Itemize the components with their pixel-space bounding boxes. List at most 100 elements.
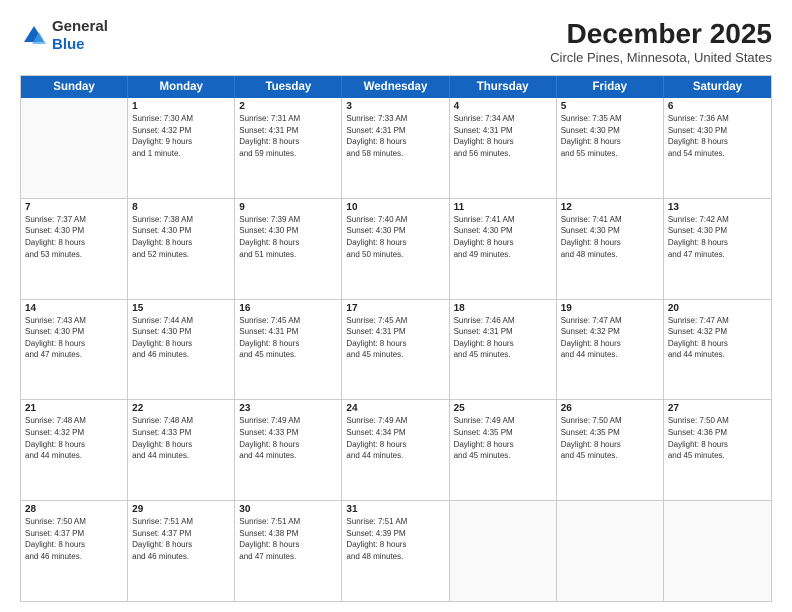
calendar-cell: 5Sunrise: 7:35 AMSunset: 4:30 PMDaylight…	[557, 98, 664, 198]
day-info: Sunrise: 7:39 AMSunset: 4:30 PMDaylight:…	[239, 214, 337, 260]
calendar-cell: 1Sunrise: 7:30 AMSunset: 4:32 PMDaylight…	[128, 98, 235, 198]
day-number: 21	[25, 403, 123, 414]
day-info: Sunrise: 7:43 AMSunset: 4:30 PMDaylight:…	[25, 315, 123, 361]
day-number: 2	[239, 101, 337, 112]
calendar-cell: 7Sunrise: 7:37 AMSunset: 4:30 PMDaylight…	[21, 199, 128, 299]
day-number: 27	[668, 403, 767, 414]
header-day-thursday: Thursday	[450, 76, 557, 98]
day-info: Sunrise: 7:49 AMSunset: 4:35 PMDaylight:…	[454, 415, 552, 461]
day-number: 15	[132, 303, 230, 314]
day-number: 10	[346, 202, 444, 213]
day-number: 29	[132, 504, 230, 515]
day-info: Sunrise: 7:42 AMSunset: 4:30 PMDaylight:…	[668, 214, 767, 260]
day-number: 16	[239, 303, 337, 314]
day-number: 24	[346, 403, 444, 414]
subtitle: Circle Pines, Minnesota, United States	[550, 50, 772, 65]
calendar-row-1: 1Sunrise: 7:30 AMSunset: 4:32 PMDaylight…	[21, 98, 771, 199]
calendar-cell: 28Sunrise: 7:50 AMSunset: 4:37 PMDayligh…	[21, 501, 128, 601]
calendar-cell: 17Sunrise: 7:45 AMSunset: 4:31 PMDayligh…	[342, 300, 449, 400]
calendar-cell: 2Sunrise: 7:31 AMSunset: 4:31 PMDaylight…	[235, 98, 342, 198]
header: General Blue December 2025 Circle Pines,…	[20, 18, 772, 65]
day-number: 26	[561, 403, 659, 414]
header-day-monday: Monday	[128, 76, 235, 98]
calendar-cell: 19Sunrise: 7:47 AMSunset: 4:32 PMDayligh…	[557, 300, 664, 400]
calendar-cell: 14Sunrise: 7:43 AMSunset: 4:30 PMDayligh…	[21, 300, 128, 400]
day-number: 9	[239, 202, 337, 213]
calendar-cell: 6Sunrise: 7:36 AMSunset: 4:30 PMDaylight…	[664, 98, 771, 198]
day-info: Sunrise: 7:51 AMSunset: 4:37 PMDaylight:…	[132, 516, 230, 562]
calendar-body: 1Sunrise: 7:30 AMSunset: 4:32 PMDaylight…	[21, 98, 771, 601]
day-info: Sunrise: 7:50 AMSunset: 4:36 PMDaylight:…	[668, 415, 767, 461]
day-info: Sunrise: 7:50 AMSunset: 4:35 PMDaylight:…	[561, 415, 659, 461]
calendar-cell: 29Sunrise: 7:51 AMSunset: 4:37 PMDayligh…	[128, 501, 235, 601]
calendar-cell: 13Sunrise: 7:42 AMSunset: 4:30 PMDayligh…	[664, 199, 771, 299]
day-number: 28	[25, 504, 123, 515]
day-number: 6	[668, 101, 767, 112]
logo: General Blue	[20, 18, 108, 54]
day-number: 11	[454, 202, 552, 213]
calendar-cell: 10Sunrise: 7:40 AMSunset: 4:30 PMDayligh…	[342, 199, 449, 299]
calendar-cell: 9Sunrise: 7:39 AMSunset: 4:30 PMDaylight…	[235, 199, 342, 299]
day-info: Sunrise: 7:46 AMSunset: 4:31 PMDaylight:…	[454, 315, 552, 361]
header-day-friday: Friday	[557, 76, 664, 98]
calendar-row-3: 14Sunrise: 7:43 AMSunset: 4:30 PMDayligh…	[21, 300, 771, 401]
calendar-cell: 18Sunrise: 7:46 AMSunset: 4:31 PMDayligh…	[450, 300, 557, 400]
calendar-cell: 16Sunrise: 7:45 AMSunset: 4:31 PMDayligh…	[235, 300, 342, 400]
header-day-tuesday: Tuesday	[235, 76, 342, 98]
day-number: 3	[346, 101, 444, 112]
calendar-cell	[450, 501, 557, 601]
day-info: Sunrise: 7:36 AMSunset: 4:30 PMDaylight:…	[668, 113, 767, 159]
calendar-cell: 12Sunrise: 7:41 AMSunset: 4:30 PMDayligh…	[557, 199, 664, 299]
main-title: December 2025	[550, 18, 772, 50]
calendar-cell: 15Sunrise: 7:44 AMSunset: 4:30 PMDayligh…	[128, 300, 235, 400]
day-number: 18	[454, 303, 552, 314]
day-number: 17	[346, 303, 444, 314]
calendar-cell: 8Sunrise: 7:38 AMSunset: 4:30 PMDaylight…	[128, 199, 235, 299]
logo-blue: Blue	[52, 36, 85, 53]
day-info: Sunrise: 7:45 AMSunset: 4:31 PMDaylight:…	[346, 315, 444, 361]
day-number: 13	[668, 202, 767, 213]
day-number: 7	[25, 202, 123, 213]
day-info: Sunrise: 7:45 AMSunset: 4:31 PMDaylight:…	[239, 315, 337, 361]
day-info: Sunrise: 7:37 AMSunset: 4:30 PMDaylight:…	[25, 214, 123, 260]
day-info: Sunrise: 7:49 AMSunset: 4:33 PMDaylight:…	[239, 415, 337, 461]
day-info: Sunrise: 7:47 AMSunset: 4:32 PMDaylight:…	[561, 315, 659, 361]
calendar-row-5: 28Sunrise: 7:50 AMSunset: 4:37 PMDayligh…	[21, 501, 771, 601]
day-info: Sunrise: 7:48 AMSunset: 4:32 PMDaylight:…	[25, 415, 123, 461]
day-number: 8	[132, 202, 230, 213]
logo-general: General	[52, 18, 108, 35]
calendar-cell: 25Sunrise: 7:49 AMSunset: 4:35 PMDayligh…	[450, 400, 557, 500]
day-info: Sunrise: 7:33 AMSunset: 4:31 PMDaylight:…	[346, 113, 444, 159]
calendar-cell	[664, 501, 771, 601]
calendar-cell: 30Sunrise: 7:51 AMSunset: 4:38 PMDayligh…	[235, 501, 342, 601]
calendar-cell	[21, 98, 128, 198]
calendar-cell: 27Sunrise: 7:50 AMSunset: 4:36 PMDayligh…	[664, 400, 771, 500]
calendar-cell: 11Sunrise: 7:41 AMSunset: 4:30 PMDayligh…	[450, 199, 557, 299]
day-info: Sunrise: 7:51 AMSunset: 4:38 PMDaylight:…	[239, 516, 337, 562]
logo-icon	[20, 22, 48, 50]
day-info: Sunrise: 7:40 AMSunset: 4:30 PMDaylight:…	[346, 214, 444, 260]
calendar-cell: 3Sunrise: 7:33 AMSunset: 4:31 PMDaylight…	[342, 98, 449, 198]
calendar-cell: 31Sunrise: 7:51 AMSunset: 4:39 PMDayligh…	[342, 501, 449, 601]
day-info: Sunrise: 7:35 AMSunset: 4:30 PMDaylight:…	[561, 113, 659, 159]
calendar-cell: 20Sunrise: 7:47 AMSunset: 4:32 PMDayligh…	[664, 300, 771, 400]
day-info: Sunrise: 7:44 AMSunset: 4:30 PMDaylight:…	[132, 315, 230, 361]
day-number: 4	[454, 101, 552, 112]
calendar-cell: 22Sunrise: 7:48 AMSunset: 4:33 PMDayligh…	[128, 400, 235, 500]
day-info: Sunrise: 7:34 AMSunset: 4:31 PMDaylight:…	[454, 113, 552, 159]
day-number: 1	[132, 101, 230, 112]
day-number: 30	[239, 504, 337, 515]
day-info: Sunrise: 7:48 AMSunset: 4:33 PMDaylight:…	[132, 415, 230, 461]
day-info: Sunrise: 7:41 AMSunset: 4:30 PMDaylight:…	[561, 214, 659, 260]
day-number: 22	[132, 403, 230, 414]
day-info: Sunrise: 7:38 AMSunset: 4:30 PMDaylight:…	[132, 214, 230, 260]
header-day-wednesday: Wednesday	[342, 76, 449, 98]
day-number: 5	[561, 101, 659, 112]
calendar-cell	[557, 501, 664, 601]
calendar-cell: 26Sunrise: 7:50 AMSunset: 4:35 PMDayligh…	[557, 400, 664, 500]
calendar-row-2: 7Sunrise: 7:37 AMSunset: 4:30 PMDaylight…	[21, 199, 771, 300]
page: General Blue December 2025 Circle Pines,…	[0, 0, 792, 612]
calendar-cell: 24Sunrise: 7:49 AMSunset: 4:34 PMDayligh…	[342, 400, 449, 500]
calendar: SundayMondayTuesdayWednesdayThursdayFrid…	[20, 75, 772, 602]
day-number: 23	[239, 403, 337, 414]
